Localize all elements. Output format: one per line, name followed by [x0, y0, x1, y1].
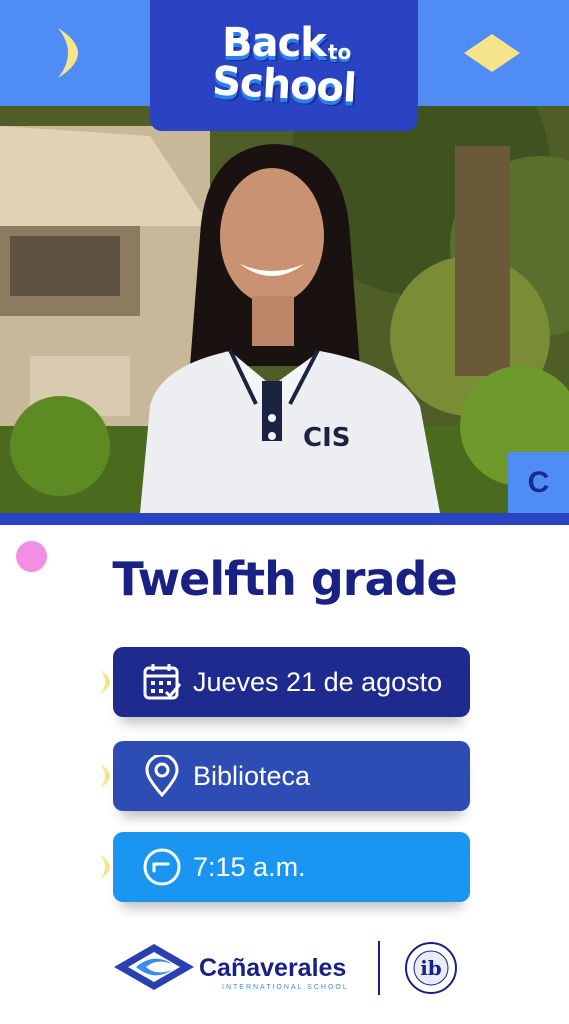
time-row: 7:15 a.m. [113, 832, 470, 902]
title-to: to [328, 40, 352, 64]
date-row: Jueves 21 de agosto [113, 647, 470, 717]
back-to-school-title: Back to School [150, 0, 418, 131]
event-time: 7:15 a.m. [193, 851, 306, 882]
photo-bottom-strip [0, 513, 569, 525]
diamond-icon [464, 34, 520, 72]
brand-subtitle: INTERNATIONAL SCHOOL [222, 984, 349, 991]
footer-divider [378, 941, 380, 995]
shirt-logo-text: CIS [303, 423, 350, 453]
section-letter-badge: C [508, 452, 569, 513]
brand-name: Cañaverales [199, 954, 347, 982]
event-date: Jueves 21 de agosto [193, 666, 443, 697]
student-photo: CIS [0, 106, 569, 513]
ib-logo-text: ib [420, 956, 442, 980]
calendar-icon [141, 661, 183, 703]
event-place: Biblioteca [193, 760, 311, 791]
canaverales-logo-icon [114, 944, 194, 990]
crescent-moon-icon [58, 28, 78, 78]
location-pin-icon [141, 755, 183, 797]
place-row: Biblioteca [113, 741, 470, 811]
ib-logo-icon: ib [405, 942, 457, 994]
grade-title: Twelfth grade [112, 552, 457, 606]
clock-icon [141, 846, 183, 888]
